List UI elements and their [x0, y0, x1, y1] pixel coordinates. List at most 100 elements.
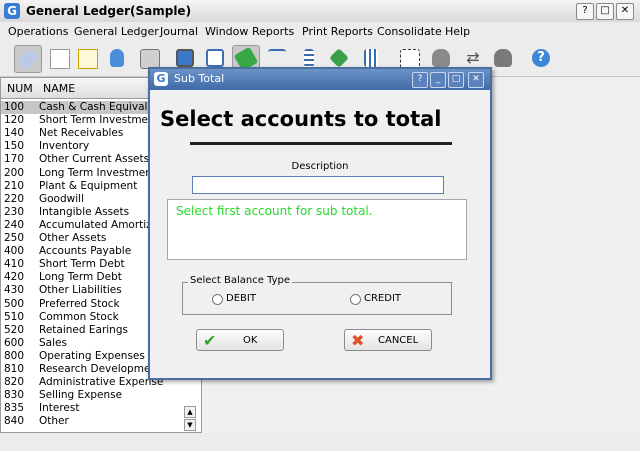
- account-name: Long Term Debt: [39, 271, 122, 284]
- account-name: Research Development: [39, 363, 162, 375]
- balance-type-label: Select Balance Type: [188, 275, 293, 286]
- account-name: Other Current Assets: [39, 153, 150, 166]
- database-icon: [110, 49, 124, 67]
- eraser-icon: [17, 48, 39, 70]
- account-number: 600: [4, 336, 25, 349]
- account-name: Long Term Investments: [39, 166, 162, 179]
- account-name: Sales: [39, 336, 67, 349]
- menu-print-reports[interactable]: Print Reports: [302, 25, 373, 38]
- account-number: 420: [4, 271, 25, 284]
- subtotal-dialog: G Sub Total ? _ □ ✕ Select accounts to t…: [148, 67, 492, 380]
- account-name: Short Term Debt: [39, 258, 125, 271]
- account-number: 120: [4, 114, 25, 127]
- column-header-num[interactable]: NUM: [7, 82, 33, 95]
- menu-help[interactable]: Help: [445, 25, 470, 38]
- table-row[interactable]: 830 Selling Expense: [1, 389, 183, 402]
- dialog-heading: Select accounts to total: [160, 107, 442, 131]
- description-label: Description: [291, 161, 349, 172]
- menu-reports[interactable]: Reports: [252, 25, 294, 38]
- dialog-title: Sub Total: [174, 72, 225, 85]
- edit-document-button[interactable]: [74, 45, 100, 71]
- account-name: Other Liabilities: [39, 284, 122, 297]
- dialog-close-button[interactable]: ✕: [468, 72, 484, 88]
- account-name: Retained Earings: [39, 323, 128, 336]
- account-name: Common Stock: [39, 310, 119, 323]
- description-input[interactable]: [192, 176, 444, 194]
- debit-label[interactable]: DEBIT: [226, 293, 256, 304]
- scroll-up-arrow[interactable]: ▲: [184, 406, 196, 418]
- dialog-help-button[interactable]: ?: [412, 72, 428, 88]
- checkmark-icon: ✔: [203, 331, 217, 350]
- column-header-name[interactable]: NAME: [43, 82, 75, 95]
- account-name: Other: [39, 415, 69, 428]
- database-export-icon: [432, 49, 450, 67]
- table-row[interactable]: 840 Other: [1, 415, 183, 428]
- dialog-titlebar[interactable]: G Sub Total ? _ □ ✕: [150, 69, 490, 90]
- account-number: 230: [4, 205, 25, 218]
- cancel-label: CANCEL: [378, 335, 419, 346]
- account-number: 500: [4, 297, 25, 310]
- money-arrow-icon: [329, 48, 349, 68]
- account-number: 800: [4, 349, 25, 362]
- status-bar: [0, 433, 640, 451]
- account-number: 210: [4, 179, 25, 192]
- account-name: Short Term Investments: [39, 114, 165, 127]
- account-number: 150: [4, 140, 25, 153]
- account-number: 170: [4, 153, 25, 166]
- new-document-button[interactable]: [46, 45, 72, 71]
- menu-journal[interactable]: Journal: [160, 25, 198, 38]
- dialog-maximize-button[interactable]: □: [448, 72, 464, 88]
- account-number: 840: [4, 415, 25, 428]
- menu-general-ledger[interactable]: General Ledger: [74, 25, 159, 38]
- account-number: 820: [4, 376, 25, 389]
- account-number: 140: [4, 127, 25, 140]
- account-name: Other Assets: [39, 232, 107, 244]
- dialog-logo-icon: G: [154, 72, 168, 86]
- selection-icon: [400, 49, 420, 69]
- new-document-icon: [50, 49, 70, 69]
- help-button[interactable]: ?: [528, 45, 554, 71]
- account-number: 400: [4, 245, 25, 258]
- scroll-down-arrow[interactable]: ▼: [184, 419, 196, 431]
- account-name: Goodwill: [39, 192, 84, 205]
- heading-divider: [190, 142, 452, 145]
- account-number: 810: [4, 363, 25, 375]
- journal-icon: [364, 49, 378, 67]
- account-name: Net Receivables: [39, 127, 124, 140]
- account-number: 835: [4, 402, 25, 415]
- printer-icon: [140, 49, 160, 69]
- account-number: 830: [4, 389, 25, 402]
- menu-bar: Operations General Ledger Journal Window…: [0, 22, 640, 42]
- account-name: Interest: [39, 402, 80, 415]
- database-down-button[interactable]: [490, 45, 516, 71]
- menu-operations[interactable]: Operations: [8, 25, 68, 38]
- cancel-button[interactable]: ✖ CANCEL: [344, 329, 432, 351]
- credit-radio[interactable]: [350, 294, 361, 305]
- window-maximize-button[interactable]: □: [596, 3, 614, 20]
- eraser-button[interactable]: [14, 45, 42, 73]
- window-help-button[interactable]: ?: [576, 3, 594, 20]
- account-number: 240: [4, 218, 25, 231]
- table-row[interactable]: 835 Interest: [1, 402, 183, 415]
- menu-consolidate[interactable]: Consolidate: [377, 25, 442, 38]
- help-icon: ?: [532, 49, 550, 67]
- instruction-message: Select first account for sub total.: [176, 204, 373, 218]
- app-logo-icon: G: [4, 3, 20, 19]
- window-title: General Ledger(Sample): [26, 4, 192, 18]
- message-area: Select first account for sub total.: [167, 199, 467, 260]
- ok-button[interactable]: ✔ OK: [196, 329, 284, 351]
- account-number: 100: [4, 101, 25, 113]
- window-close-button[interactable]: ✕: [616, 3, 634, 20]
- cancel-x-icon: ✖: [351, 331, 365, 350]
- dialog-minimize-button[interactable]: _: [430, 72, 446, 88]
- account-name: Operating Expenses: [39, 349, 145, 362]
- edit-document-icon: [78, 49, 98, 69]
- debit-radio[interactable]: [212, 294, 223, 305]
- account-name: Accounts Payable: [39, 245, 132, 258]
- credit-label[interactable]: CREDIT: [364, 293, 401, 304]
- database-button[interactable]: [104, 45, 130, 71]
- swap-arrows-icon: ⇄: [466, 48, 480, 67]
- menu-window[interactable]: Window: [205, 25, 248, 38]
- ledger-list-icon: [304, 49, 314, 67]
- account-name: Intangible Assets: [39, 205, 130, 218]
